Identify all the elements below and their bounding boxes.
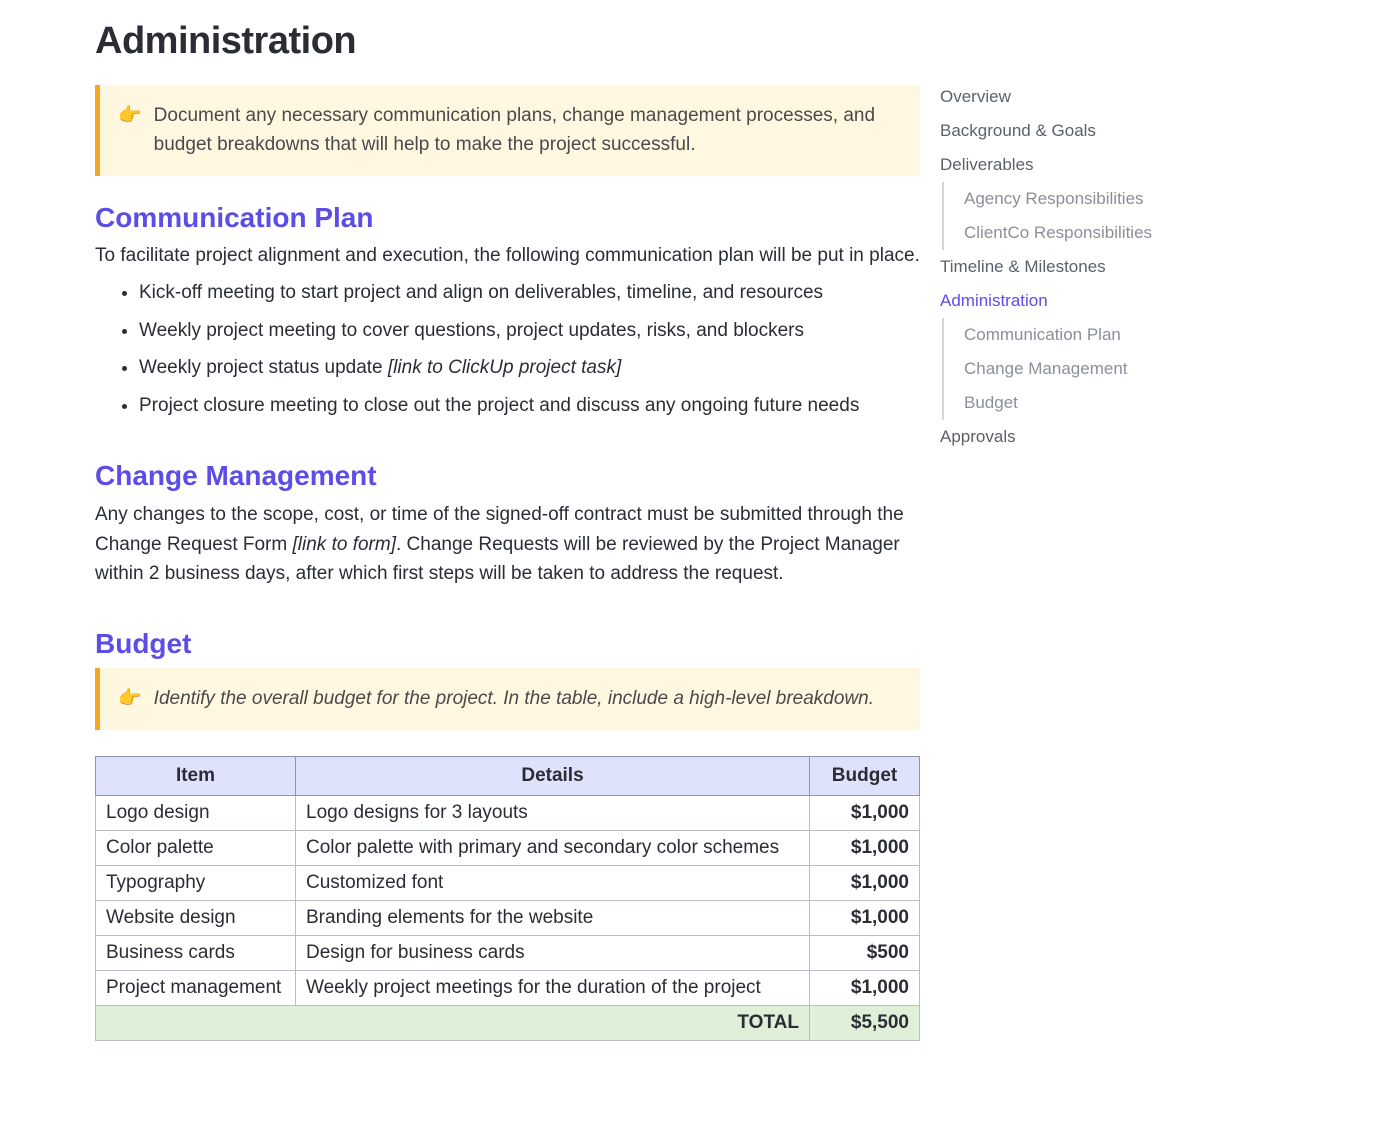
communication-list: Kick-off meeting to start project and al… xyxy=(95,278,920,420)
cell-item: Color palette xyxy=(96,830,296,865)
total-label: TOTAL xyxy=(96,1005,810,1040)
heading-change-management: Change Management xyxy=(95,460,920,492)
col-header-budget: Budget xyxy=(810,756,920,795)
table-row: Project managementWeekly project meeting… xyxy=(96,970,920,1005)
cell-budget: $1,000 xyxy=(810,970,920,1005)
section-change-management: Change Management Any changes to the sco… xyxy=(95,460,920,588)
section-budget: Budget 👉 Identify the overall budget for… xyxy=(95,628,920,1040)
toc-item[interactable]: Timeline & Milestones xyxy=(940,250,1220,284)
toc-item[interactable]: Change Management xyxy=(944,352,1220,386)
table-row: TypographyCustomized font$1,000 xyxy=(96,865,920,900)
cell-item: Logo design xyxy=(96,795,296,830)
toc-item[interactable]: Background & Goals xyxy=(940,114,1220,148)
cell-details: Branding elements for the website xyxy=(296,900,810,935)
cell-details: Logo designs for 3 layouts xyxy=(296,795,810,830)
heading-budget: Budget xyxy=(95,628,920,660)
cell-budget: $1,000 xyxy=(810,865,920,900)
link-placeholder[interactable]: [link to ClickUp project task] xyxy=(388,357,621,378)
total-value: $5,500 xyxy=(810,1005,920,1040)
point-right-icon: 👉 xyxy=(118,101,142,160)
change-paragraph: Any changes to the scope, cost, or time … xyxy=(95,500,920,588)
col-header-details: Details xyxy=(296,756,810,795)
callout-instructions: 👉 Document any necessary communication p… xyxy=(95,85,920,176)
list-item: Project closure meeting to close out the… xyxy=(139,391,920,420)
callout-text: Document any necessary communication pla… xyxy=(154,101,900,160)
cell-budget: $1,000 xyxy=(810,795,920,830)
document-main: Administration 👉 Document any necessary … xyxy=(0,20,940,1081)
page-title: Administration xyxy=(95,20,920,63)
cell-details: Design for business cards xyxy=(296,935,810,970)
toc-item[interactable]: Communication Plan xyxy=(944,318,1220,352)
cell-item: Typography xyxy=(96,865,296,900)
cell-details: Weekly project meetings for the duration… xyxy=(296,970,810,1005)
table-header-row: Item Details Budget xyxy=(96,756,920,795)
list-item: Kick-off meeting to start project and al… xyxy=(139,278,920,307)
point-right-icon: 👉 xyxy=(118,684,142,713)
list-item: Weekly project meeting to cover question… xyxy=(139,316,920,345)
cell-details: Customized font xyxy=(296,865,810,900)
cell-item: Business cards xyxy=(96,935,296,970)
heading-communication-plan: Communication Plan xyxy=(95,202,920,234)
table-row: Color paletteColor palette with primary … xyxy=(96,830,920,865)
table-row: Website designBranding elements for the … xyxy=(96,900,920,935)
toc-item[interactable]: Overview xyxy=(940,80,1220,114)
toc-item[interactable]: Budget xyxy=(944,386,1220,420)
callout-budget: 👉 Identify the overall budget for the pr… xyxy=(95,668,920,729)
budget-table: Item Details Budget Logo designLogo desi… xyxy=(95,756,920,1041)
table-row: Business cardsDesign for business cards$… xyxy=(96,935,920,970)
cell-budget: $1,000 xyxy=(810,900,920,935)
cell-item: Website design xyxy=(96,900,296,935)
table-of-contents: OverviewBackground & GoalsDeliverablesAg… xyxy=(940,20,1220,454)
cell-item: Project management xyxy=(96,970,296,1005)
toc-item[interactable]: Agency Responsibilities xyxy=(944,182,1220,216)
cell-budget: $500 xyxy=(810,935,920,970)
callout-text: Identify the overall budget for the proj… xyxy=(154,684,874,713)
link-placeholder[interactable]: [link to form] xyxy=(293,534,396,555)
list-item: Weekly project status update [link to Cl… xyxy=(139,353,920,382)
communication-intro: To facilitate project alignment and exec… xyxy=(95,242,920,271)
section-communication-plan: Communication Plan To facilitate project… xyxy=(95,202,920,420)
col-header-item: Item xyxy=(96,756,296,795)
toc-item[interactable]: Administration xyxy=(940,284,1220,318)
table-total-row: TOTAL$5,500 xyxy=(96,1005,920,1040)
table-row: Logo designLogo designs for 3 layouts$1,… xyxy=(96,795,920,830)
budget-tbody: Logo designLogo designs for 3 layouts$1,… xyxy=(96,795,920,1040)
toc-item[interactable]: Approvals xyxy=(940,420,1220,454)
toc-item[interactable]: Deliverables xyxy=(940,148,1220,182)
cell-details: Color palette with primary and secondary… xyxy=(296,830,810,865)
toc-item[interactable]: ClientCo Responsibilities xyxy=(944,216,1220,250)
cell-budget: $1,000 xyxy=(810,830,920,865)
